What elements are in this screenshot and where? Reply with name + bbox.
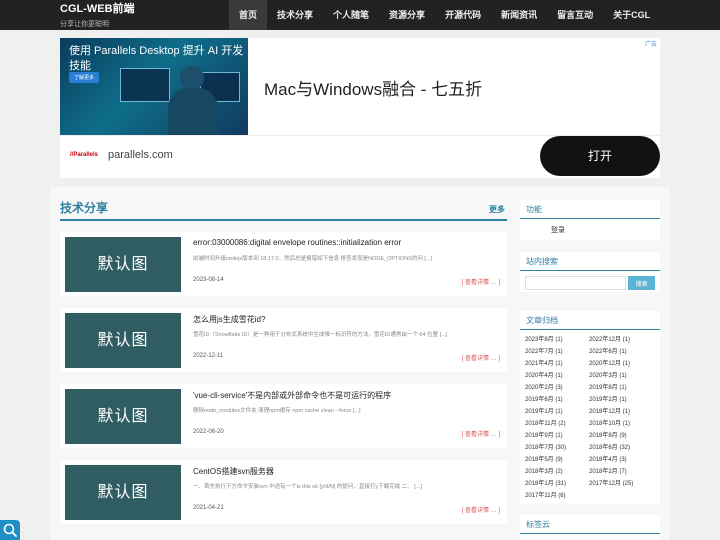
archive-link[interactable]: 2018年8月 (9) — [589, 430, 653, 442]
section-header: 技术分享 更多 — [60, 199, 507, 221]
ad-image[interactable]: 使用 Parallels Desktop 提升 AI 开发技能 了解更多 — [60, 38, 248, 135]
post-title[interactable]: 怎么用js生成雪花id? — [193, 314, 265, 325]
widget-title: 标签云 — [520, 515, 660, 534]
archive-list: 2023年8月 (1) 2022年12月 (1) 2022年7月 (1) 2022年6… — [520, 330, 660, 502]
archive-link[interactable]: 2019年2月 (1) — [589, 394, 653, 406]
search-widget: 站内搜索 搜索 — [520, 252, 660, 292]
post-excerpt: 一、首先执行下方命令安装svn 中途有一个is this ok [y/d/N] … — [193, 484, 422, 490]
archive-link[interactable]: 2018年5月 (9) — [525, 454, 589, 466]
archive-link[interactable]: 2019年8月 (1) — [589, 382, 653, 394]
search-button[interactable]: 搜索 — [628, 276, 655, 290]
ad-image-title: 使用 Parallels Desktop 提升 AI 开发技能 — [69, 45, 244, 72]
archive-link[interactable]: 2017年12月 (25) — [589, 478, 653, 490]
post-read-more[interactable]: [ 查看详情 … ] — [462, 429, 500, 438]
nav-item-resources[interactable]: 资源分享 — [379, 0, 435, 30]
post-thumbnail[interactable]: 默认图 — [65, 389, 181, 444]
search-icon — [3, 523, 17, 537]
ad-logo: //Parallels — [70, 152, 99, 158]
post-item[interactable]: 默认图 CentOS搭建svn服务器 一、首先执行下方命令安装svn 中途有一个… — [60, 460, 507, 524]
archive-link[interactable]: 2018年6月 (32) — [589, 442, 653, 454]
ad-footer: //Parallels parallels.com 打开 — [60, 135, 660, 178]
archive-link[interactable]: 2022年6月 (1) — [589, 346, 653, 358]
ad-badge[interactable]: 广告 — [645, 39, 657, 48]
section-title: 技术分享 — [60, 201, 109, 215]
post-date: 2023-08-14 — [193, 277, 224, 283]
post-title[interactable]: CentOS搭建svn服务器 — [193, 466, 274, 477]
archive-link[interactable]: 2020年12月 (1) — [589, 358, 653, 370]
nav-item-guestbook[interactable]: 留言互动 — [547, 0, 603, 30]
site-brand[interactable]: CGL-WEB前端 分享让你更聪明 — [60, 3, 135, 30]
nav-item-news[interactable]: 新闻资讯 — [491, 0, 547, 30]
archive-link[interactable]: 2018年11月 (2) — [525, 418, 589, 430]
archive-link[interactable]: 2019年6月 (1) — [525, 394, 589, 406]
archive-link[interactable]: 2018年1月 (31) — [525, 478, 589, 490]
ad-learn-more-button[interactable]: 了解更多 — [69, 72, 100, 83]
post-excerpt: 删除node_modules文件夹 清理npm缓存 npm cache clea… — [193, 408, 361, 414]
widget-title: 文章归档 — [520, 311, 660, 330]
search-row: 搜索 — [520, 271, 660, 290]
archive-link[interactable]: 2020年4月 (1) — [525, 370, 589, 382]
ad-domain[interactable]: parallels.com — [108, 149, 173, 161]
archive-link[interactable]: 2023年8月 (1) — [525, 334, 589, 346]
post-read-more[interactable]: [ 查看详情 … ] — [462, 353, 500, 362]
post-item[interactable]: 默认图 'vue-cli-service'不是内部或外部命令也不是可运行的程序 … — [60, 384, 507, 448]
site-subtitle: 分享让你更聪明 — [60, 21, 109, 28]
top-navbar: CGL-WEB前端 分享让你更聪明 首页 技术分享 个人随笔 资源分享 开源代码… — [0, 0, 720, 30]
ad-person-graphic — [168, 88, 218, 135]
archive-link[interactable]: 2020年3月 (1) — [589, 370, 653, 382]
function-widget: 功能 登录 — [520, 200, 660, 240]
archive-link[interactable]: 2022年7月 (1) — [525, 346, 589, 358]
archive-link[interactable]: 2018年3月 (2) — [525, 466, 589, 478]
archive-link[interactable]: 2019年1月 (1) — [525, 406, 589, 418]
archive-link[interactable]: 2018年2月 (7) — [589, 466, 653, 478]
search-input[interactable] — [525, 276, 627, 290]
ad-headline[interactable]: Mac与Windows融合 - 七五折 — [264, 75, 482, 100]
post-date: 2022-12-11 — [193, 353, 224, 359]
nav-item-essays[interactable]: 个人随笔 — [323, 0, 379, 30]
tag-cloud-widget: 标签云 — [520, 515, 660, 540]
floating-search-button[interactable] — [0, 520, 20, 540]
archive-link[interactable]: 2018年4月 (3) — [589, 454, 653, 466]
widget-title: 功能 — [520, 200, 660, 219]
post-date: 2021-04-21 — [193, 505, 224, 511]
post-excerpt: 雪花ID（Snowflake ID）是一种用于分布式系统中生成唯一标识符的方法。… — [193, 332, 448, 338]
post-thumbnail[interactable]: 默认图 — [65, 313, 181, 368]
widget-title: 站内搜索 — [520, 252, 660, 271]
post-read-more[interactable]: [ 查看详情 … ] — [462, 277, 500, 286]
post-thumbnail[interactable]: 默认图 — [65, 465, 181, 520]
ad-open-button[interactable]: 打开 — [540, 136, 660, 176]
nav-item-about[interactable]: 关于CGL — [603, 0, 660, 30]
archive-link[interactable]: 2021年4月 (1) — [525, 358, 589, 370]
archive-widget: 文章归档 2023年8月 (1) 2022年12月 (1) 2022年7月 (1) 2… — [520, 311, 660, 504]
post-excerpt: 前端时间升级nodejs版本到 18.17.0，然后总是报错如下信息 排查发现是… — [193, 256, 432, 262]
post-read-more[interactable]: [ 查看详情 … ] — [462, 505, 500, 514]
nav-item-home[interactable]: 首页 — [229, 0, 268, 30]
post-list-section: 技术分享 更多 — [60, 199, 507, 221]
nav-item-opensource[interactable]: 开源代码 — [435, 0, 491, 30]
archive-link[interactable]: 2018年9月 (1) — [525, 430, 589, 442]
archive-link[interactable]: 2020年2月 (3) — [525, 382, 589, 394]
post-item[interactable]: 默认图 error:03000086:digital envelope rout… — [60, 232, 507, 296]
archive-link[interactable]: 2022年12月 (1) — [589, 334, 653, 346]
post-item[interactable]: 默认图 怎么用js生成雪花id? 雪花ID（Snowflake ID）是一种用于… — [60, 308, 507, 372]
main-nav: 首页 技术分享 个人随笔 资源分享 开源代码 新闻资讯 留言互动 关于CGL — [229, 0, 660, 30]
ad-banner[interactable]: 使用 Parallels Desktop 提升 AI 开发技能 了解更多 Mac… — [60, 38, 660, 178]
archive-link[interactable]: 2018年7月 (30) — [525, 442, 589, 454]
post-date: 2022-06-20 — [193, 429, 224, 435]
more-link[interactable]: 更多 — [489, 204, 505, 215]
archive-link[interactable]: 2017年11月 (6) — [525, 490, 589, 502]
archive-link[interactable]: 2018年10月 (1) — [589, 418, 653, 430]
post-title[interactable]: 'vue-cli-service'不是内部或外部命令也不是可运行的程序 — [193, 390, 391, 401]
archive-link[interactable]: 2018年12月 (1) — [589, 406, 653, 418]
nav-item-tech[interactable]: 技术分享 — [267, 0, 323, 30]
post-title[interactable]: error:03000086:digital envelope routines… — [193, 238, 401, 247]
login-link[interactable]: 登录 — [520, 219, 660, 235]
site-title[interactable]: CGL-WEB前端 — [60, 3, 135, 16]
post-thumbnail[interactable]: 默认图 — [65, 237, 181, 292]
